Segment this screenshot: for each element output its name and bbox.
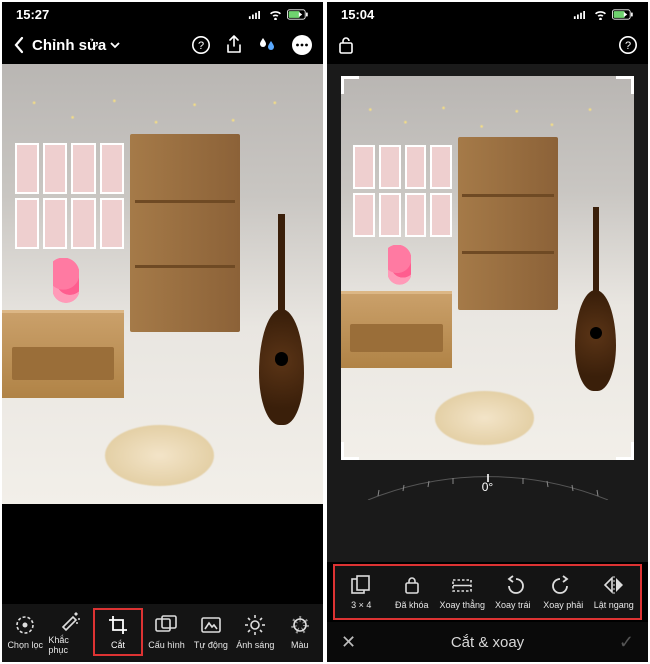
- crop-canvas[interactable]: [341, 76, 634, 460]
- tool-label: Tự động: [194, 640, 228, 650]
- tool-label: Xoay thẳng: [439, 600, 485, 610]
- header-title-button[interactable]: Chỉnh sửa: [32, 37, 120, 54]
- rotate-right-icon: [552, 574, 574, 596]
- crop-tool-flip-h[interactable]: Lật ngang: [590, 574, 639, 610]
- flip-horizontal-icon: [602, 574, 626, 596]
- heal-icon: [59, 609, 81, 631]
- tool-label: Chọn lọc: [7, 640, 43, 650]
- tool-cat[interactable]: Cắt: [93, 608, 143, 656]
- tool-label: Lật ngang: [594, 600, 634, 610]
- lock-icon: [403, 574, 421, 596]
- crop-mode-bar: ✕ Cắt & xoay ✓: [327, 622, 648, 662]
- crop-tool-rotate-left[interactable]: Xoay trái: [489, 574, 538, 610]
- drops-icon[interactable]: [257, 36, 277, 54]
- edit-header: Chỉnh sửa ?: [2, 26, 323, 64]
- tool-label: Ánh sáng: [236, 640, 274, 650]
- color-icon: [289, 614, 311, 636]
- light-icon: [244, 614, 266, 636]
- status-bar: 15:27: [2, 2, 323, 26]
- crop-tool-rotate-right[interactable]: Xoay phải: [539, 574, 588, 610]
- rotation-angle: 0°: [482, 480, 493, 494]
- lock-orientation-icon[interactable]: [337, 35, 355, 55]
- back-icon[interactable]: [12, 36, 26, 54]
- crop-canvas-area: 0°: [327, 64, 648, 562]
- more-icon[interactable]: [291, 34, 313, 56]
- cancel-button[interactable]: ✕: [341, 632, 356, 653]
- tool-label: 3 × 4: [351, 600, 371, 610]
- svg-text:?: ?: [625, 40, 631, 52]
- crop-tools-strip: 3 × 4 Đã khóa Xoay thẳng Xoay trái Xoay …: [333, 564, 642, 620]
- tool-label: Cấu hình: [148, 640, 185, 650]
- help-icon[interactable]: ?: [191, 35, 211, 55]
- crop-header: ?: [327, 26, 648, 64]
- svg-text:?: ?: [198, 40, 204, 52]
- tool-chon-loc[interactable]: Chọn lọc: [4, 614, 46, 650]
- tool-mau[interactable]: Màu: [279, 614, 321, 650]
- aspect-ratio-icon: [350, 574, 372, 596]
- phone-screen-edit: 15:27 Chỉnh sửa ?: [2, 2, 323, 662]
- crop-tool-ratio[interactable]: 3 × 4: [337, 574, 386, 610]
- tool-label: Xoay trái: [495, 600, 531, 610]
- tool-khac-phuc[interactable]: Khắc phục: [48, 609, 90, 655]
- crop-icon: [107, 614, 129, 636]
- status-bar: 15:04: [327, 2, 648, 26]
- rotate-left-icon: [502, 574, 524, 596]
- help-icon[interactable]: ?: [618, 35, 638, 55]
- crop-tool-lock[interactable]: Đã khóa: [388, 574, 437, 610]
- status-indicators: [573, 9, 634, 20]
- straighten-icon: [450, 574, 474, 596]
- profiles-icon: [154, 614, 178, 636]
- auto-icon: [199, 614, 223, 636]
- tool-label: Khắc phục: [48, 635, 90, 655]
- confirm-button[interactable]: ✓: [619, 632, 634, 653]
- status-indicators: [248, 9, 309, 20]
- crop-tool-straighten[interactable]: Xoay thẳng: [438, 574, 487, 610]
- status-time: 15:04: [341, 7, 374, 22]
- rotation-dial[interactable]: 0°: [327, 460, 648, 506]
- tool-label: Xoay phải: [543, 600, 583, 610]
- tool-anh-sang[interactable]: Ánh sáng: [234, 614, 276, 650]
- status-time: 15:27: [16, 7, 49, 22]
- header-title-text: Chỉnh sửa: [32, 37, 106, 54]
- tool-cau-hinh[interactable]: Cấu hình: [145, 614, 187, 650]
- share-icon[interactable]: [225, 35, 243, 55]
- photo-canvas[interactable]: [2, 64, 323, 604]
- tool-tu-dong[interactable]: Tự động: [190, 614, 232, 650]
- phone-screen-crop: 15:04 ?: [327, 2, 648, 662]
- tool-label: Đã khóa: [395, 600, 429, 610]
- mode-title: Cắt & xoay: [451, 634, 524, 651]
- tool-label: Màu: [291, 640, 309, 650]
- edit-tools-strip: Chọn lọc Khắc phục Cắt Cấu hình Tự động: [2, 604, 323, 662]
- selective-icon: [14, 614, 36, 636]
- chevron-down-icon: [110, 41, 120, 49]
- tool-label: Cắt: [111, 640, 125, 650]
